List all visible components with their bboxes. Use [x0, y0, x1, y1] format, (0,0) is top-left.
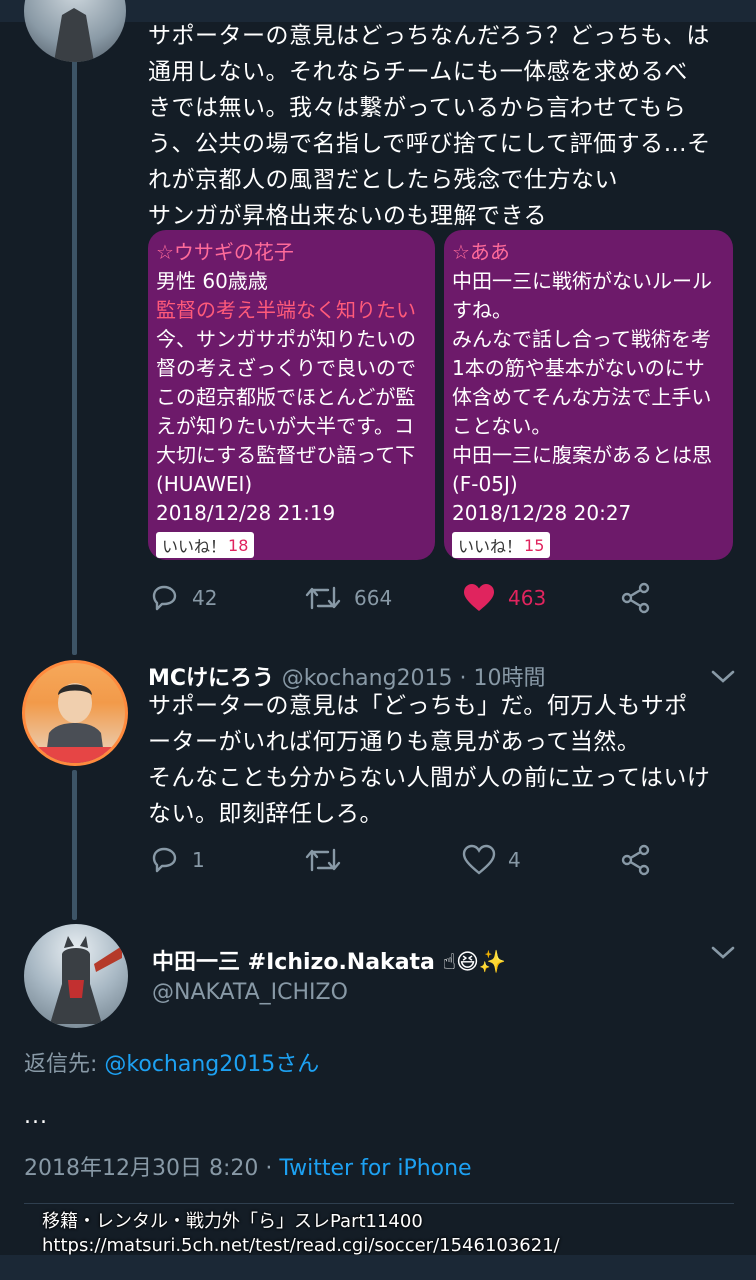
retweet-icon [305, 848, 341, 872]
tweet3-source[interactable]: Twitter for iPhone [279, 1156, 471, 1181]
card-like-label: いいね！ [162, 537, 227, 556]
card-line: 監督の考え半端なく知りたい [156, 298, 416, 322]
bottom-bar [0, 1255, 756, 1280]
card-like-count: 18 [228, 535, 249, 555]
heart-icon [462, 844, 496, 875]
tweet3-body: ... [24, 1104, 48, 1129]
card-line: (F-05J) [452, 472, 518, 496]
reply-icon [152, 847, 177, 873]
tweet3-author-name[interactable]: 中田一三 #Ichizo.Nakata ☝😆✨ [152, 944, 506, 976]
like-count: 4 [508, 848, 521, 872]
chevron-down-icon[interactable] [710, 944, 736, 962]
share-button[interactable] [620, 844, 652, 876]
tweet1-line: れが京都人の風習だとしたら残念で仕方ない [148, 167, 618, 193]
author-handle: @NAKATA_ICHIZO [152, 980, 348, 1005]
card-timestamp: 2018/12/28 21:19 [156, 501, 336, 525]
card-like-label: いいね！ [458, 537, 523, 556]
thread-line-middle [72, 770, 77, 920]
retweet-button[interactable]: 664 [304, 582, 392, 614]
like-count: 463 [508, 586, 547, 610]
chevron-down-icon[interactable] [710, 668, 736, 686]
tweet1-line: サポーターの意見はどっちなんだろう？どっちも、は [148, 23, 710, 49]
avatar-nakata-top[interactable] [24, 0, 126, 62]
card-title: ☆ああ [452, 240, 510, 264]
tweet1-line: う、公共の場で名指しで呼び捨てにして評価する…そ [148, 131, 711, 157]
author-emoji: ☝😆✨ [442, 950, 507, 975]
like-button[interactable]: 463 [462, 582, 546, 614]
card-like-badge: いいね！ 18 [156, 532, 255, 558]
reply-icon [152, 585, 177, 611]
card-timestamp: 2018/12/28 20:27 [452, 501, 632, 525]
tweet1-text: サポーターの意見はどっちなんだろう？どっちも、は 通用しない。それならチームにも… [148, 18, 748, 234]
avatar-kochang[interactable] [22, 660, 128, 766]
author-name: 中田一三 #Ichizo.Nakata [152, 950, 435, 975]
card-line: この超京都版でほとんどが監 [156, 385, 416, 409]
tweet2-line: そんなことも分からない人間が人の前に立ってはいけ [148, 765, 711, 791]
card-line: (HUAWEI) [156, 472, 253, 496]
source-caption: 移籍・レンタル・戦力外「ら」スレPart11400 https://matsur… [42, 1210, 560, 1258]
card-line: 中田一三に戦術がないルール [452, 269, 712, 293]
tweet1-line: 通用しない。それならチームにも一体感を求めるべ [148, 59, 688, 85]
retweet-button[interactable] [304, 844, 354, 876]
fox-statue-icon [54, 8, 94, 62]
tweet3-date: 2018年12月30日 8:20 · [24, 1156, 280, 1181]
reply-button[interactable]: 1 [148, 844, 205, 876]
card-line: 中田一三に腹案があるとは思 [452, 443, 712, 467]
card-like-badge: いいね！ 15 [452, 532, 551, 558]
reply-to: 返信先: @kochang2015さん [24, 1046, 319, 1078]
card-line: ことない。 [452, 414, 552, 438]
like-button[interactable]: 4 [462, 844, 521, 876]
tweet1-line: サンガが昇格出来ないのも理解できる [148, 203, 548, 229]
card-line: えが知りたいが大半です。コ [156, 414, 414, 438]
avatar-nakata[interactable] [24, 924, 128, 1028]
tweet1-image-left[interactable]: ☆ウサギの花子 男性 60歳歳 監督の考え半端なく知りたい 今、サンガサポが知り… [148, 230, 435, 560]
retweet-count: 664 [354, 586, 393, 610]
card-line: 1本の筋や基本がないのにサ [452, 356, 705, 380]
retweet-icon [305, 586, 341, 610]
tweet1-line: きでは無い。我々は繋がっているから言わせてもら [148, 95, 687, 121]
card-like-count: 15 [524, 535, 545, 555]
fox-statue-icon [50, 936, 122, 1024]
share-icon [621, 844, 650, 876]
tweet2-text: サポーターの意見は「どっちも」だ。何万人もサポ ーターがいれば何万通りも意見があ… [148, 688, 748, 832]
tweet3-author-handle[interactable]: @NAKATA_ICHIZO [152, 980, 348, 1005]
reply-button[interactable]: 42 [148, 582, 217, 614]
card-line: 体含めてそんな方法で上手い [452, 385, 712, 409]
reply-count: 1 [192, 848, 205, 872]
reply-to-prefix: 返信先: [24, 1052, 105, 1077]
divider [24, 1203, 734, 1204]
tweet2-line: ない。即刻辞任しろ。 [148, 801, 383, 827]
share-button[interactable] [620, 582, 652, 614]
thread-line-top [72, 0, 77, 655]
card-line: 男性 60歳歳 [156, 269, 268, 293]
reply-to-link[interactable]: @kochang2015さん [104, 1052, 319, 1077]
reply-count: 42 [192, 586, 218, 610]
share-icon [621, 582, 650, 614]
card-line: 督の考えざっくりで良いので [156, 356, 416, 380]
heart-icon [464, 584, 494, 611]
tweet2-line: ーターがいれば何万通りも意見があって当然。 [148, 729, 641, 755]
tweet1-image-right[interactable]: ☆ああ 中田一三に戦術がないルール すね。 みんなで話し合って戦術を考 1本の筋… [444, 230, 733, 560]
tweet3-meta: 2018年12月30日 8:20 · Twitter for iPhone [24, 1150, 472, 1182]
tweet2-line: サポーターの意見は「どっちも」だ。何万人もサポ [148, 693, 688, 719]
card-line: みんなで話し合って戦術を考 [452, 327, 711, 351]
card-line: 大切にする監督ぜひ語って下 [156, 443, 416, 467]
portrait-icon [25, 683, 125, 763]
card-line: すね。 [452, 298, 512, 322]
card-line: 今、サンガサポが知りたいの [156, 327, 416, 351]
caption-title: 移籍・レンタル・戦力外「ら」スレPart11400 [42, 1211, 423, 1232]
card-title: ☆ウサギの花子 [156, 240, 294, 264]
